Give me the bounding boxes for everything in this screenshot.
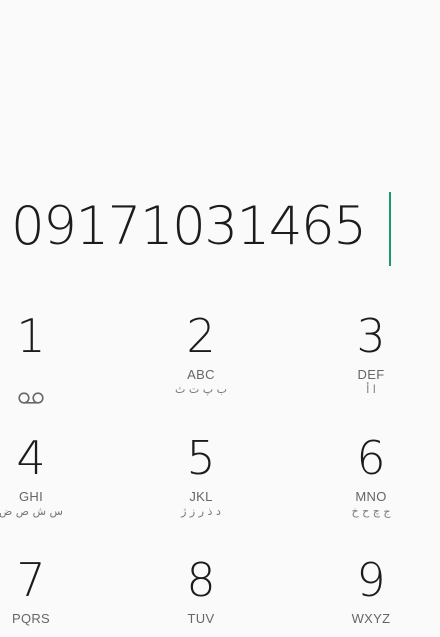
key-arabic-letters: ج چ ح خ [351, 505, 391, 518]
key-arabic-letters: س ش ص ض [0, 505, 63, 518]
key-digit: 6 [356, 431, 386, 485]
dialpad-key-4[interactable]: 4 GHI س ش ص ض [0, 427, 96, 539]
key-letters: GHI [18, 489, 43, 504]
key-digit: 7 [16, 553, 46, 607]
key-letters: ABC [187, 367, 215, 382]
dialpad-key-9[interactable]: 9 WXYZ [306, 549, 436, 637]
key-digit: 5 [186, 431, 216, 485]
text-cursor [389, 192, 391, 266]
voicemail-icon [18, 392, 44, 404]
key-letters: TUV [187, 611, 215, 626]
key-digit: 2 [186, 309, 216, 363]
number-display[interactable]: 09171031465 [0, 188, 440, 272]
dialpad-key-2[interactable]: 2 ABC ب پ ت ث [136, 305, 266, 417]
key-digit: 4 [16, 431, 46, 485]
key-letters: JKL [189, 489, 213, 504]
key-letters: DEF [357, 367, 385, 382]
top-tab-indicator [0, 0, 440, 6]
key-letters: PQRS [11, 611, 51, 626]
key-digit: 3 [356, 309, 386, 363]
dialpad-key-6[interactable]: 6 MNO ج چ ح خ [306, 427, 436, 539]
dialpad-key-5[interactable]: 5 JKL د ذ ر ز ژ [136, 427, 266, 539]
dialer-screen: 09171031465 1 2 ABC ب پ ت ث 3 DEF ا أ 4 … [0, 0, 440, 637]
key-digit: 1 [16, 309, 46, 363]
dialpad-key-7[interactable]: 7 PQRS [0, 549, 96, 637]
dialed-number[interactable]: 09171031465 [11, 192, 367, 262]
dialpad-key-3[interactable]: 3 DEF ا أ [306, 305, 436, 417]
key-arabic-letters: د ذ ر ز ژ [181, 505, 221, 518]
dialpad-key-8[interactable]: 8 TUV [136, 549, 266, 637]
dialpad-key-1[interactable]: 1 [0, 305, 96, 417]
key-letters: MNO [355, 489, 387, 504]
key-arabic-letters: ب پ ت ث [175, 383, 227, 396]
key-arabic-letters: ا أ [366, 383, 376, 396]
key-digit: 9 [356, 553, 386, 607]
key-letters: WXYZ [351, 611, 391, 626]
key-digit: 8 [186, 553, 216, 607]
